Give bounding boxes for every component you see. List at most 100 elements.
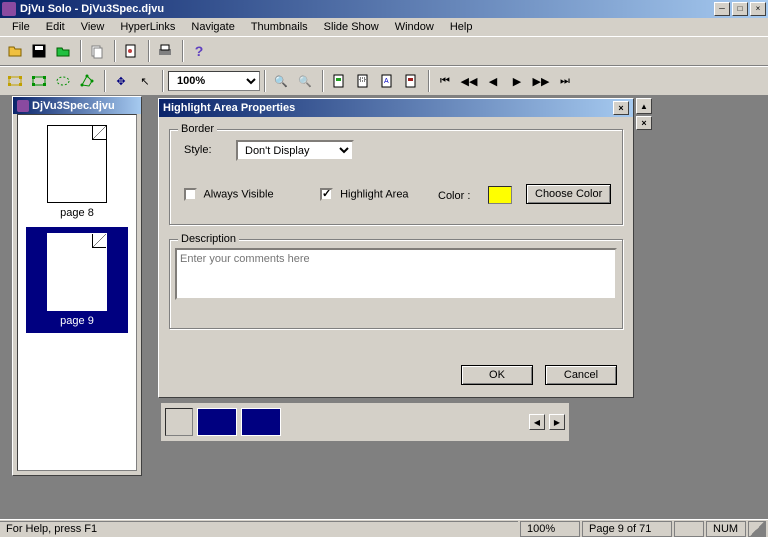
help-icon: ?	[195, 43, 204, 59]
zoom-select[interactable]: 100%	[168, 71, 260, 91]
page-link-icon: A	[379, 73, 395, 89]
highlight-area-checkbox[interactable]	[320, 188, 333, 201]
maximize-button[interactable]: □	[732, 2, 748, 16]
thumbnail-item-selected[interactable]: page 9	[26, 227, 128, 333]
zoom-in-icon: 🔍	[274, 75, 288, 88]
mini-thumb[interactable]	[241, 408, 281, 436]
copy-button[interactable]	[86, 40, 108, 62]
description-textarea[interactable]	[175, 248, 617, 300]
menu-window[interactable]: Window	[387, 20, 442, 34]
folder-open-icon	[7, 43, 23, 59]
nav-prev-fast[interactable]: ◀◀	[458, 70, 480, 92]
menu-hyperlinks[interactable]: HyperLinks	[112, 20, 183, 34]
doc-icon	[17, 100, 29, 112]
style-select[interactable]: Don't Display	[236, 140, 354, 161]
nav-prev[interactable]: ◀	[482, 70, 504, 92]
menu-edit[interactable]: Edit	[38, 20, 73, 34]
printer-icon	[157, 43, 173, 59]
view-toolbar: ✥ ↖ 100% 🔍 🔍 A ⏮ ◀◀ ◀ ▶ ▶▶ ⏭	[0, 66, 768, 96]
close-button[interactable]: ×	[750, 2, 766, 16]
status-num: NUM	[706, 521, 746, 537]
page-btn-2[interactable]	[352, 70, 374, 92]
rect-tool-2[interactable]	[28, 70, 50, 92]
strip-left[interactable]: ◀	[529, 414, 545, 430]
thumbnail-panel: DjVu3Spec.djvu page 8 page 9	[12, 96, 142, 476]
next-icon: ▶	[513, 75, 521, 88]
thumbnail-label: page 9	[32, 315, 122, 327]
status-bar: For Help, press F1 100% Page 9 of 71 NUM	[0, 519, 768, 537]
description-groupbox: Description	[169, 239, 623, 329]
always-visible-label: Always Visible	[203, 188, 273, 200]
always-visible-checkbox[interactable]	[184, 188, 197, 201]
chevron-up-icon: ▲	[640, 102, 648, 111]
doc-button[interactable]	[120, 40, 142, 62]
floppy-icon	[31, 43, 47, 59]
color-swatch	[488, 186, 512, 204]
menu-slideshow[interactable]: Slide Show	[316, 20, 387, 34]
window-title: DjVu Solo - DjVu3Spec.djvu	[20, 3, 712, 15]
page-btn-3[interactable]: A	[376, 70, 398, 92]
last-icon: ⏭	[560, 75, 570, 88]
style-label: Style:	[184, 144, 212, 156]
minimize-button[interactable]: ─	[714, 2, 730, 16]
thumbnail-title: DjVu3Spec.djvu	[32, 100, 115, 112]
status-zoom: 100%	[520, 521, 580, 537]
status-blank	[674, 521, 704, 537]
menu-view[interactable]: View	[73, 20, 113, 34]
nav-next-fast[interactable]: ▶▶	[530, 70, 552, 92]
resize-grip[interactable]	[748, 521, 766, 537]
nav-first[interactable]: ⏮	[434, 70, 456, 92]
fastfwd-icon: ▶▶	[533, 75, 550, 88]
oval-icon	[55, 73, 71, 89]
save-button[interactable]	[28, 40, 50, 62]
page-g-icon	[331, 73, 347, 89]
nav-last[interactable]: ⏭	[554, 70, 576, 92]
print-button[interactable]	[154, 40, 176, 62]
page-btn-1[interactable]	[328, 70, 350, 92]
pan-tool[interactable]: ✥	[110, 70, 132, 92]
scroll-up-button[interactable]: ▲	[636, 98, 652, 114]
zoom-in-button[interactable]: 🔍	[270, 70, 292, 92]
folder-icon	[55, 43, 71, 59]
oval-tool[interactable]	[52, 70, 74, 92]
rewind-icon: ◀◀	[461, 75, 478, 88]
strip-right[interactable]: ▶	[549, 414, 565, 430]
cancel-button[interactable]: Cancel	[545, 365, 617, 385]
dialog-close-button[interactable]: ×	[613, 101, 629, 115]
pointer-icon: ↖	[140, 75, 149, 88]
dialog-titlebar[interactable]: Highlight Area Properties ×	[159, 99, 633, 117]
document-icon	[123, 43, 139, 59]
mini-thumb[interactable]	[197, 408, 237, 436]
thumbnail-titlebar[interactable]: DjVu3Spec.djvu	[13, 97, 141, 114]
menu-help[interactable]: Help	[442, 20, 481, 34]
page-dashed-icon	[355, 73, 371, 89]
highlight-area-label: Highlight Area	[340, 188, 409, 200]
panel-close-button[interactable]: ×	[636, 116, 652, 130]
thumbnail-list: page 8 page 9	[17, 114, 137, 471]
status-page: Page 9 of 71	[582, 521, 672, 537]
menu-bar: File Edit View HyperLinks Navigate Thumb…	[0, 18, 768, 36]
menu-navigate[interactable]: Navigate	[183, 20, 242, 34]
rect-tool[interactable]	[4, 70, 26, 92]
ok-button[interactable]: OK	[461, 365, 533, 385]
main-toolbar: ?	[0, 36, 768, 66]
select-tool[interactable]: ↖	[134, 70, 156, 92]
choose-color-button[interactable]: Choose Color	[526, 184, 611, 204]
zoom-out-button[interactable]: 🔍	[294, 70, 316, 92]
thumbnail-item[interactable]: page 8	[26, 125, 128, 219]
status-help: For Help, press F1	[0, 521, 518, 537]
description-legend: Description	[178, 233, 239, 245]
menu-file[interactable]: File	[4, 20, 38, 34]
rect-yellow-icon	[7, 73, 23, 89]
help-button[interactable]: ?	[188, 40, 210, 62]
rect-green-icon	[31, 73, 47, 89]
nav-next[interactable]: ▶	[506, 70, 528, 92]
highlight-properties-dialog: Highlight Area Properties × Border Style…	[158, 98, 634, 398]
open-button[interactable]	[4, 40, 26, 62]
copy-icon	[89, 43, 105, 59]
page-btn-4[interactable]	[400, 70, 422, 92]
saveas-button[interactable]	[52, 40, 74, 62]
zoom-out-icon: 🔍	[298, 75, 312, 88]
menu-thumbnails[interactable]: Thumbnails	[243, 20, 316, 34]
poly-tool[interactable]	[76, 70, 98, 92]
